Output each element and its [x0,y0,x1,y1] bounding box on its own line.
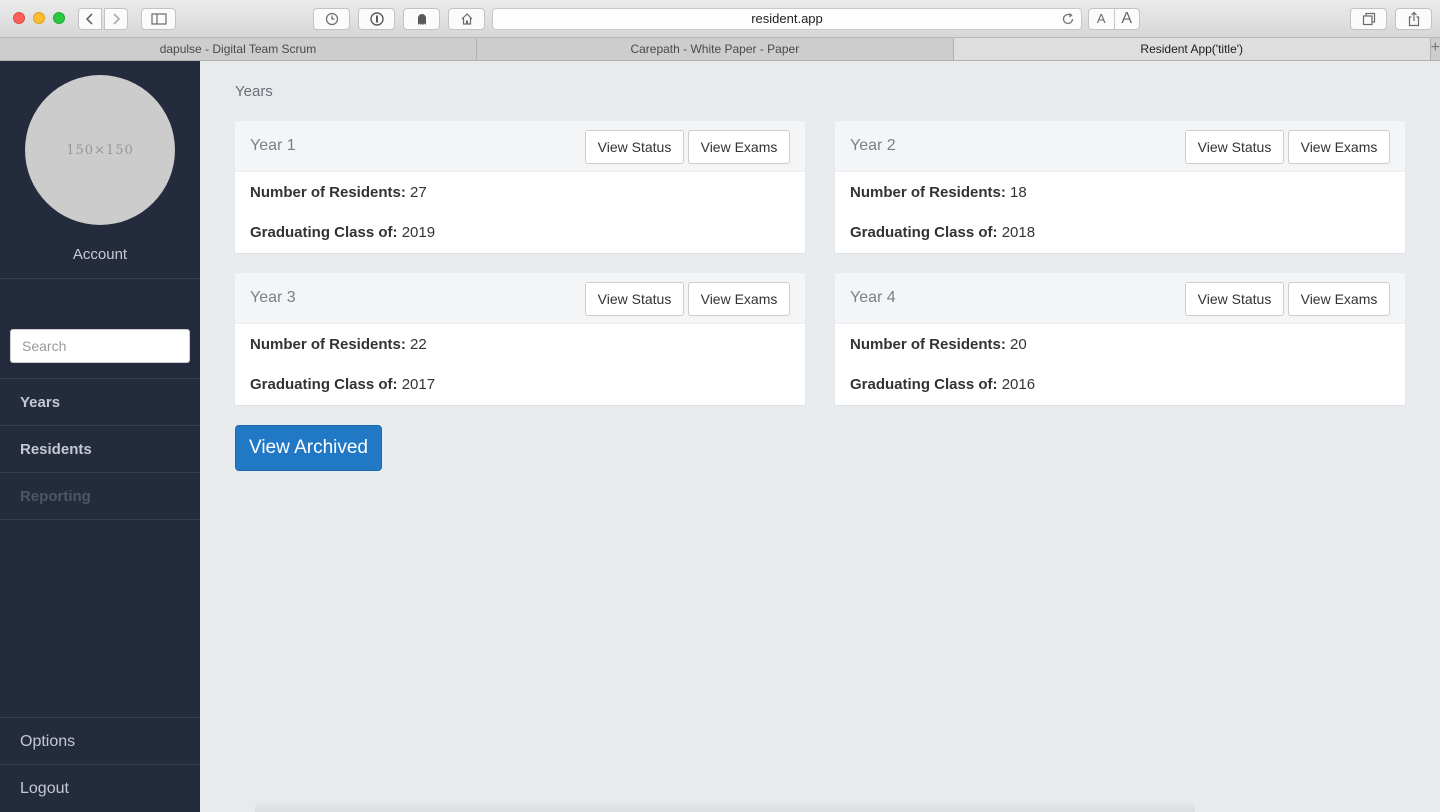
decrease-text-size-button[interactable]: A [1089,9,1115,29]
card-title: Year 1 [250,137,296,154]
history-button[interactable] [313,8,350,30]
graduating-class: Graduating Class of: 2019 [250,224,435,241]
tab-bar: dapulse - Digital Team Scrum Carepath - … [0,38,1440,61]
browser-tab[interactable]: Carepath - White Paper - Paper [477,38,954,60]
class-value: 2018 [1001,224,1036,241]
text-size-controls: A A [1088,8,1140,30]
residents-value: 18 [1010,184,1027,201]
browser-tab-active[interactable]: Resident App('title') [953,38,1431,60]
year-card: Year 2 View Status View Exams Number of … [835,121,1405,253]
home-icon [461,13,472,25]
view-exams-button[interactable]: View Exams [688,282,790,316]
avatar[interactable]: 150×150 [25,75,175,225]
sidebar-divider [0,278,200,279]
card-header: Year 4 View Status View Exams [835,273,1405,324]
class-value: 2016 [1001,376,1036,393]
bottom-shadow [255,800,1195,812]
zoom-window-button[interactable] [53,12,65,24]
clock-icon [325,12,338,26]
residents-count: Number of Residents: 18 [850,184,1027,201]
view-exams-button[interactable]: View Exams [1288,282,1390,316]
card-title: Year 3 [250,289,296,306]
sidebar-toggle-button[interactable] [141,8,176,30]
view-exams-button[interactable]: View Exams [1288,130,1390,164]
residents-value: 20 [1010,336,1027,353]
account-link[interactable]: Account [0,246,200,263]
class-label: Graduating Class of: [850,376,998,393]
address-bar[interactable]: resident.app [492,8,1082,30]
residents-label: Number of Residents: [250,336,406,353]
class-label: Graduating Class of: [250,224,398,241]
graduating-class: Graduating Class of: 2018 [850,224,1035,241]
card-header: Year 1 View Status View Exams [235,121,805,172]
sidebar-item-residents[interactable]: Residents [0,426,200,473]
residents-value: 27 [410,184,427,201]
avatar-placeholder-text: 150×150 [66,142,134,158]
onepassword-icon [369,12,384,26]
tab-overview-button[interactable] [1350,8,1387,30]
chevron-left-icon [85,13,93,25]
view-exams-button[interactable]: View Exams [688,130,790,164]
home-button[interactable] [448,8,485,30]
view-archived-button[interactable]: View Archived [235,425,382,471]
main-content: Years Year 1 View Status View Exams Numb… [200,61,1440,812]
sidebar-item-options[interactable]: Options [0,717,200,764]
forward-button[interactable] [104,8,128,30]
new-tab-button[interactable]: + [1431,38,1440,60]
residents-count: Number of Residents: 20 [850,336,1027,353]
year-card: Year 3 View Status View Exams Number of … [235,273,805,405]
class-value: 2019 [401,224,436,241]
residents-value: 22 [410,336,427,353]
view-status-button[interactable]: View Status [1185,130,1284,164]
residents-label: Number of Residents: [250,184,406,201]
reload-icon[interactable] [1061,12,1075,32]
graduating-class: Graduating Class of: 2016 [850,376,1035,393]
close-window-button[interactable] [13,12,25,24]
card-title: Year 4 [850,289,896,306]
browser-tab[interactable]: dapulse - Digital Team Scrum [0,38,477,60]
url-text: resident.app [751,11,823,26]
share-icon [1408,11,1419,27]
ghostery-button[interactable] [403,8,440,30]
sidebar-item-logout[interactable]: Logout [0,764,200,811]
ghost-icon [417,14,426,25]
class-value: 2017 [401,376,436,393]
search-input[interactable] [10,329,190,363]
sidebar-icon [150,13,167,25]
sidebar-item-years[interactable]: Years [0,379,200,426]
increase-text-size-button[interactable]: A [1115,9,1140,29]
graduating-class: Graduating Class of: 2017 [250,376,435,393]
password-manager-button[interactable] [358,8,395,30]
card-title: Year 2 [850,137,896,154]
tabs-icon [1362,12,1375,26]
browser-toolbar: resident.app A A [0,0,1440,38]
card-header: Year 2 View Status View Exams [835,121,1405,172]
page-title: Years [235,83,273,100]
view-status-button[interactable]: View Status [1185,282,1284,316]
year-card: Year 4 View Status View Exams Number of … [835,273,1405,405]
minimize-window-button[interactable] [33,12,45,24]
year-card: Year 1 View Status View Exams Number of … [235,121,805,253]
class-label: Graduating Class of: [250,376,398,393]
share-button[interactable] [1395,8,1432,30]
sidebar-item-reporting[interactable]: Reporting [0,473,200,520]
class-label: Graduating Class of: [850,224,998,241]
view-status-button[interactable]: View Status [585,130,684,164]
chevron-right-icon [113,13,121,25]
residents-count: Number of Residents: 22 [250,336,427,353]
residents-count: Number of Residents: 27 [250,184,427,201]
back-button[interactable] [78,8,102,30]
sidebar: 150×150 Account Years Residents Reportin… [0,61,200,812]
residents-label: Number of Residents: [850,336,1006,353]
residents-label: Number of Residents: [850,184,1006,201]
view-status-button[interactable]: View Status [585,282,684,316]
card-header: Year 3 View Status View Exams [235,273,805,324]
